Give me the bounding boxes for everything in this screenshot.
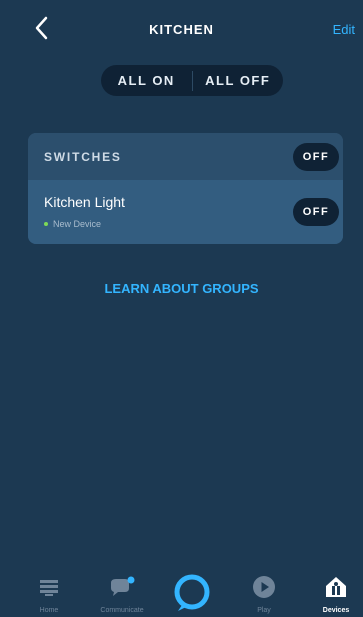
learn-about-groups-link[interactable]: LEARN ABOUT GROUPS xyxy=(0,281,363,296)
device-off-button[interactable]: OFF xyxy=(293,198,339,226)
switches-card: SWITCHES OFF Kitchen Light New Device OF… xyxy=(28,133,343,244)
device-row-kitchen-light[interactable]: Kitchen Light New Device OFF xyxy=(28,180,343,244)
tab-label: Play xyxy=(257,607,271,614)
tab-play[interactable]: Play xyxy=(242,570,286,617)
devices-icon xyxy=(326,577,346,597)
device-status-text: New Device xyxy=(53,219,102,229)
chat-icon xyxy=(111,576,135,596)
tab-home[interactable]: Home xyxy=(23,570,75,617)
device-status: New Device xyxy=(44,219,101,229)
alexa-button[interactable] xyxy=(170,570,214,617)
tab-devices[interactable]: Devices xyxy=(313,570,359,617)
status-dot xyxy=(44,222,48,226)
alexa-icon xyxy=(174,574,210,611)
tab-communicate[interactable]: Communicate xyxy=(88,570,156,617)
section-label: SWITCHES xyxy=(44,150,122,164)
switches-header: SWITCHES OFF xyxy=(28,133,343,180)
all-off-button[interactable]: ALL OFF xyxy=(193,73,284,88)
tab-label: Devices xyxy=(322,607,350,614)
tab-label: Home xyxy=(39,607,59,614)
page-title: KITCHEN xyxy=(149,22,214,37)
device-name: Kitchen Light xyxy=(44,194,125,210)
header: KITCHEN Edit xyxy=(0,0,363,58)
all-on-button[interactable]: ALL ON xyxy=(101,73,192,88)
all-on-off-toggle: ALL ON ALL OFF xyxy=(101,65,283,96)
tab-bar: Home Communicate Play Devices xyxy=(0,570,363,617)
play-icon xyxy=(253,576,275,598)
edit-button[interactable]: Edit xyxy=(333,22,355,37)
tab-label: Communicate xyxy=(100,607,144,614)
home-icon xyxy=(40,580,58,596)
switches-off-button[interactable]: OFF xyxy=(293,143,339,171)
